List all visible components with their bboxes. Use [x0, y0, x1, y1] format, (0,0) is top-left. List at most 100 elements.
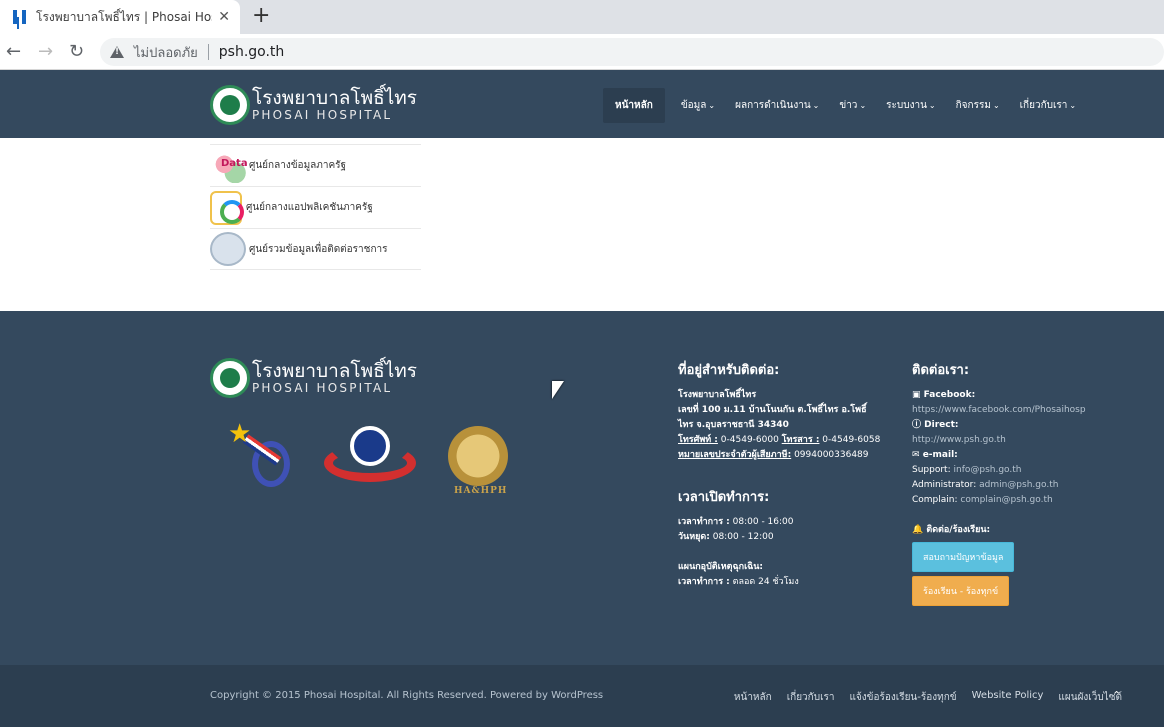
chevron-down-icon: ⌄ — [992, 101, 1000, 110]
hospital-emblem-icon — [210, 85, 250, 125]
gov-link-label[interactable]: ศูนย์กลางแอปพลิเคชันภาครัฐ — [246, 200, 373, 215]
complain-email-link[interactable]: complain@psh.go.th — [960, 495, 1052, 505]
nav-systems[interactable]: ระบบงาน ⌄ — [886, 98, 935, 113]
footer-nav-policy[interactable]: Website Policy — [972, 690, 1044, 705]
phone-label: โทรศัพท์ : — [678, 435, 718, 445]
hours-heading: เวลาเปิดทำการ: — [678, 490, 770, 505]
mouse-cursor-icon — [552, 381, 564, 399]
footer-nav-about[interactable]: เกี่ยวกับเรา — [787, 690, 835, 705]
url-text[interactable]: psh.go.th — [219, 44, 285, 60]
logo-english-text: PHOSAI HOSPITAL — [252, 108, 393, 122]
facebook-icon: ▣ — [912, 390, 921, 400]
gov-link-label[interactable]: ศูนย์รวมข้อมูลเพื่อติดต่อราชการ — [249, 242, 388, 257]
data-go-th-icon — [210, 148, 248, 183]
tab-title: โรงพยาบาลโพธิ์ไทร | Phosai Hospital — [36, 9, 212, 24]
complaint-heading: ติดต่อ/ร้องเรียน: — [926, 525, 991, 535]
fax-value: 0-4549-6058 — [822, 435, 881, 445]
site-favicon-icon — [12, 9, 28, 25]
logo-english-text: PHOSAI HOSPITAL — [252, 381, 393, 395]
ha-hph-badge: HA&HPH — [448, 426, 510, 496]
browser-tab-strip: โรงพยาบาลโพธิ์ไทร | Phosai Hospital ✕ + — [0, 0, 1164, 34]
facebook-link[interactable]: https://www.facebook.com/Phosaihosp — [912, 403, 1122, 418]
er-hours: ตลอด 24 ชั่วโมง — [732, 577, 799, 587]
support-email-link[interactable]: info@psh.go.th — [954, 465, 1022, 475]
info-icon: ⓘ — [912, 420, 922, 430]
browser-tab[interactable]: โรงพยาบาลโพธิ์ไทร | Phosai Hospital ✕ — [0, 0, 240, 34]
nav-label: ผลการดำเนินงาน — [735, 100, 811, 111]
er-hours-label: เวลาทำการ : — [678, 577, 730, 587]
gov-apps-icon — [210, 190, 244, 225]
er-label: แผนกอุบัติเหตุฉุกเฉิน: — [678, 562, 764, 572]
forward-arrow-icon[interactable]: → — [38, 42, 53, 62]
gov-link-app-center[interactable]: ศูนย์กลางแอปพลิเคชันภาครัฐ — [210, 186, 421, 228]
footer-nav-complaint[interactable]: แจ้งข้อร้องเรียน-ร้องทุกข์ — [849, 690, 956, 705]
envelope-icon: ✉ — [912, 450, 920, 460]
holiday-hours: 08:00 - 12:00 — [712, 532, 774, 542]
footer-logo: โรงพยาบาลโพธิ์ไทร PHOSAI HOSPITAL — [210, 358, 417, 398]
footer-nav: หน้าหลัก เกี่ยวกับเรา แจ้งข้อร้องเรียน-ร… — [719, 690, 1122, 705]
nav-performance[interactable]: ผลการดำเนินงาน ⌄ — [735, 98, 819, 113]
complain-label: Complain: — [912, 495, 958, 505]
holiday-label: วันหยุด: — [678, 532, 710, 542]
insecure-label[interactable]: ไม่ปลอดภัย — [134, 42, 198, 63]
inquiry-button[interactable]: สอบถามปัญหาข้อมูล — [912, 542, 1015, 572]
taxid-label: หมายเลขประจำตัวผู้เสียภาษี: — [678, 450, 792, 460]
site-header: โรงพยาบาลโพธิ์ไทร PHOSAI HOSPITAL หน้าหล… — [0, 70, 1164, 138]
taxid-value: 0994000336489 — [794, 450, 869, 460]
phone-value: 0-4549-6000 — [720, 435, 779, 445]
nav-label: กิจกรรม — [955, 100, 991, 111]
admin-email-link[interactable]: admin@psh.go.th — [979, 480, 1058, 490]
ha-hph-label: HA&HPH — [454, 486, 508, 496]
back-arrow-icon[interactable]: ← — [6, 42, 21, 62]
public-sector-award-badge — [324, 426, 416, 486]
gov-link-data-center[interactable]: ศูนย์กลางข้อมูลภาครัฐ — [210, 144, 421, 186]
hospital-emblem-icon — [210, 358, 250, 398]
hospital-name: โรงพยาบาลโพธิ์ไทร — [678, 390, 757, 400]
chevron-down-icon: ⌄ — [928, 101, 936, 110]
gold-seal-icon — [448, 426, 508, 486]
weekday-label: เวลาทำการ : — [678, 517, 730, 527]
footer-nav-home[interactable]: หน้าหลัก — [734, 690, 772, 705]
direct-link[interactable]: http://www.psh.go.th — [912, 433, 1122, 448]
seal-ring-icon — [350, 426, 390, 466]
logo-thai-text: โรงพยาบาลโพธิ์ไทร — [252, 360, 417, 382]
site-logo[interactable]: โรงพยาบาลโพธิ์ไทร PHOSAI HOSPITAL — [210, 85, 417, 125]
logo-thai-text: โรงพยาบาลโพธิ์ไทร — [252, 87, 417, 109]
admin-label: Administrator: — [912, 480, 977, 490]
copyright-text: Copyright © 2015 Phosai Hospital. All Ri… — [210, 690, 604, 701]
nav-label: ข่าว — [839, 100, 858, 111]
close-icon[interactable]: ✕ — [218, 9, 230, 25]
fax-label: โทรสาร : — [781, 435, 820, 445]
nav-activities[interactable]: กิจกรรม ⌄ — [956, 98, 1000, 113]
back-to-top-chevron-up-icon[interactable]: ⌃ — [1112, 689, 1121, 702]
url-input[interactable]: ไม่ปลอดภัย psh.go.th — [100, 38, 1164, 66]
new-tab-button[interactable]: + — [252, 4, 270, 28]
reload-icon[interactable]: ↻ — [69, 42, 84, 62]
gov-link-contact-center[interactable]: ศูนย์รวมข้อมูลเพื่อติดต่อราชการ — [210, 228, 421, 270]
chevron-down-icon: ⌄ — [859, 101, 867, 110]
complaint-button[interactable]: ร้องเรียน - ร้องทุกข์ — [912, 576, 1010, 606]
footer-contact: ติดต่อเรา: ▣ Facebook: https://www.faceb… — [912, 359, 1122, 606]
facebook-label: Facebook: — [923, 390, 976, 400]
star-icon: ★ — [228, 419, 252, 449]
nav-news[interactable]: ข่าว ⌄ — [839, 98, 866, 113]
nav-about[interactable]: เกี่ยวกับเรา ⌄ — [1020, 98, 1076, 113]
address-line-2: ไทร จ.อุบลราชธานี 34340 — [678, 420, 789, 430]
bell-icon: 🔔 — [912, 525, 924, 535]
quality-award-badge: ★ — [228, 421, 294, 497]
gov-link-label[interactable]: ศูนย์กลางข้อมูลภาครัฐ — [249, 158, 346, 173]
nav-label: เกี่ยวกับเรา — [1019, 100, 1068, 111]
warning-icon[interactable] — [110, 46, 124, 58]
direct-label: Direct: — [924, 420, 959, 430]
address-bar: ← → ↻ ไม่ปลอดภัย psh.go.th — [0, 34, 1164, 70]
site-footer: โรงพยาบาลโพธิ์ไทร PHOSAI HOSPITAL ★ HA&H… — [0, 311, 1164, 665]
nav-home[interactable]: หน้าหลัก — [603, 88, 665, 123]
contact-heading: ติดต่อเรา: — [912, 363, 970, 378]
gov-seal-icon — [210, 232, 246, 266]
chevron-down-icon: ⌄ — [1069, 101, 1077, 110]
footer-bottom-bar: Copyright © 2015 Phosai Hospital. All Ri… — [0, 665, 1164, 727]
weekday-hours: 08:00 - 16:00 — [732, 517, 794, 527]
gov-links-list: ศูนย์กลางข้อมูลภาครัฐ ศูนย์กลางแอปพลิเคช… — [210, 144, 421, 270]
nav-info[interactable]: ข้อมูล ⌄ — [681, 98, 715, 113]
nav-label: ข้อมูล — [680, 100, 707, 111]
